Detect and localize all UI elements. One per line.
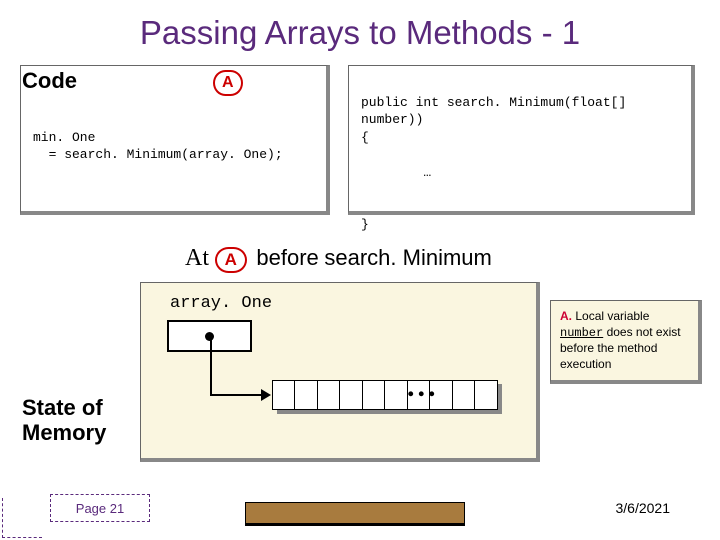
array-cell (339, 380, 363, 410)
code-right-close: } (361, 217, 369, 232)
state-of-memory-label: State of Memory (22, 395, 106, 446)
code-left-line1: min. One (33, 130, 95, 145)
array-cell (384, 380, 408, 410)
method-name: search. Minimum (324, 245, 491, 270)
marker-a-inline: A (215, 247, 247, 273)
at-line: At A before search. Minimum (185, 245, 492, 273)
note-text1: Local variable (575, 309, 649, 323)
pointer-line-h (210, 394, 263, 396)
pointer-line-v (210, 336, 212, 396)
note-a-label: A. (560, 309, 572, 323)
array-cell (272, 380, 296, 410)
code-right-line1: public int search. Minimum(float[] (361, 95, 626, 110)
marker-a-top: A (213, 70, 243, 96)
page-number-badge: Page 21 (50, 494, 150, 522)
array-cells (273, 380, 498, 410)
array-cell (317, 380, 341, 410)
code-panel-right: public int search. Minimum(float[] numbe… (348, 65, 695, 215)
array-cell (362, 380, 386, 410)
code-left-line2: = search. Minimum(array. One); (33, 147, 283, 162)
array-cell (452, 380, 476, 410)
at-word: At (185, 245, 209, 271)
ellipsis-dots: ... (407, 370, 439, 404)
code-right-line2: number)) (361, 112, 423, 127)
array-cell (294, 380, 318, 410)
before-word: before (256, 245, 318, 270)
footer-date: 3/6/2021 (616, 500, 671, 516)
footer: Page 21 3/6/2021 (0, 496, 720, 540)
code-right-ellipsis: … (361, 165, 431, 180)
code-right-line3: { (361, 130, 369, 145)
note-number: number (560, 326, 603, 340)
slide-title: Passing Arrays to Methods - 1 (0, 0, 720, 56)
code-label: Code (22, 68, 77, 94)
array-one-label: array. One (170, 294, 272, 313)
note-box: A. Local variable number does not exist … (550, 300, 702, 384)
footer-bar (245, 502, 465, 526)
pointer-arrow-head (261, 389, 271, 401)
array-cell (474, 380, 498, 410)
